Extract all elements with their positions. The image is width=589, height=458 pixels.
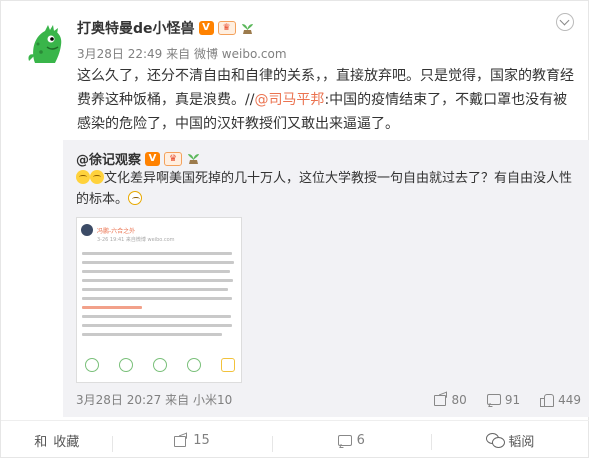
repost-comment-stat[interactable]: 91 [486, 392, 521, 407]
wechat-icon [486, 433, 506, 448]
thumb-icon [119, 358, 133, 372]
thumb-author: 冯鹏-六合之外 [97, 227, 136, 235]
repost-image-thumbnail[interactable]: 冯鹏-六合之外 3-26 19:41 来自微博 weibo.com [76, 217, 242, 383]
chevron-down-icon[interactable] [556, 13, 574, 31]
thumb-text-line [82, 324, 232, 327]
thumb-text-line [82, 297, 232, 300]
author-row: 打奥特曼de小怪兽 V ♛ [77, 18, 255, 38]
like-icon [540, 393, 555, 407]
thumb-header: 冯鹏-六合之外 [81, 224, 135, 236]
repost-source-prefix: 来自 [165, 393, 190, 407]
wechat-label: 韬阅 [508, 434, 535, 450]
vip-icon[interactable]: ♛ [217, 21, 236, 35]
plant-icon[interactable] [240, 21, 255, 36]
laugh-emoji-icon [76, 170, 90, 184]
verified-v-icon[interactable]: V [145, 151, 161, 166]
weibo-post-card: 打奥特曼de小怪兽 V ♛ 3月28日 22:49 来自 微博 weibo.co… [0, 0, 589, 458]
thumb-icon [187, 358, 201, 372]
verified-v-icon[interactable]: V [198, 21, 214, 35]
repost-text-content: 文化差异啊美国死掉的几十万人，这位大学教授一句自由就过去了？有自由没人性的标本。 [76, 171, 573, 207]
repost-share-stat[interactable]: 80 [433, 392, 467, 407]
action-bar: 和 收藏 15 6 韬阅 [1, 420, 589, 458]
repost-comment-count: 91 [504, 392, 521, 407]
comment-icon [337, 434, 352, 447]
thumb-icons [85, 358, 235, 372]
thumb-text-line [82, 333, 222, 336]
repost-like-count: 449 [558, 392, 581, 407]
post-meta: 3月28日 22:49 来自 微博 weibo.com [77, 45, 287, 62]
thumb-text-line [82, 288, 228, 291]
comment-count: 6 [356, 432, 365, 448]
wechat-watermark: 韬阅 [486, 431, 534, 450]
thumb-icon [153, 358, 167, 372]
favorite-label: 收藏 [53, 434, 80, 450]
eyes-emoji-icon [128, 191, 143, 205]
repost-button[interactable]: 15 [112, 432, 271, 452]
repost-author-row: @徐记观察 V ♛ [76, 149, 201, 168]
repost-author-name[interactable]: @徐记观察 [76, 149, 141, 168]
thumb-avatar [81, 224, 93, 236]
thumb-text-line [82, 315, 231, 318]
plant-icon[interactable] [186, 151, 201, 166]
comment-button[interactable]: 6 [271, 432, 431, 452]
author-name[interactable]: 打奥特曼de小怪兽 [77, 18, 195, 38]
share-icon [174, 434, 187, 447]
avatar[interactable] [21, 19, 71, 69]
favorite-button[interactable]: 和 收藏 [1, 431, 112, 450]
mention-link[interactable]: @司马平邦 [254, 92, 324, 108]
repost-share-count: 80 [451, 392, 467, 407]
thumb-text-line [82, 306, 142, 309]
repost-count: 15 [193, 432, 210, 448]
thumb-text-line [82, 270, 230, 273]
repost-source[interactable]: 小米10 [193, 393, 232, 407]
comment-icon [486, 393, 501, 406]
thumb-icon [85, 358, 99, 372]
repost-text: 文化差异啊美国死掉的几十万人，这位大学教授一句自由就过去了？有自由没人性的标本。 [76, 168, 581, 210]
favorite-prefix: 和 [34, 434, 48, 450]
repost-time[interactable]: 3月28日 20:27 [76, 393, 161, 407]
thumb-text-line [82, 261, 234, 264]
thumb-text-line [82, 252, 232, 255]
post-time[interactable]: 3月28日 22:49 [77, 47, 162, 61]
post-text: 这么久了，还分不清自由和自律的关系，，直接放弃吧。只是觉得，国家的教育经费养这种… [77, 64, 577, 136]
repost-box: @徐记观察 V ♛ 文化差异啊美国死掉的几十万人，这位大学教授一句自由就过去了？… [63, 140, 589, 417]
thumb-icon [221, 358, 235, 372]
source-prefix: 来自 [166, 47, 191, 61]
repost-like-stat[interactable]: 449 [540, 393, 581, 407]
vip-icon[interactable]: ♛ [164, 151, 183, 166]
share-icon [433, 393, 447, 406]
thumb-meta: 3-26 19:41 来自微博 weibo.com [97, 237, 175, 243]
like-button[interactable]: 韬阅 [430, 431, 589, 450]
post-source[interactable]: 微博 weibo.com [194, 47, 287, 61]
laugh-emoji-icon [90, 170, 104, 184]
thumb-text-line [82, 279, 233, 282]
repost-footer: 3月28日 20:27 来自 小米10 80 91 449 [76, 391, 581, 408]
repost-meta: 3月28日 20:27 来自 小米10 [76, 391, 414, 408]
